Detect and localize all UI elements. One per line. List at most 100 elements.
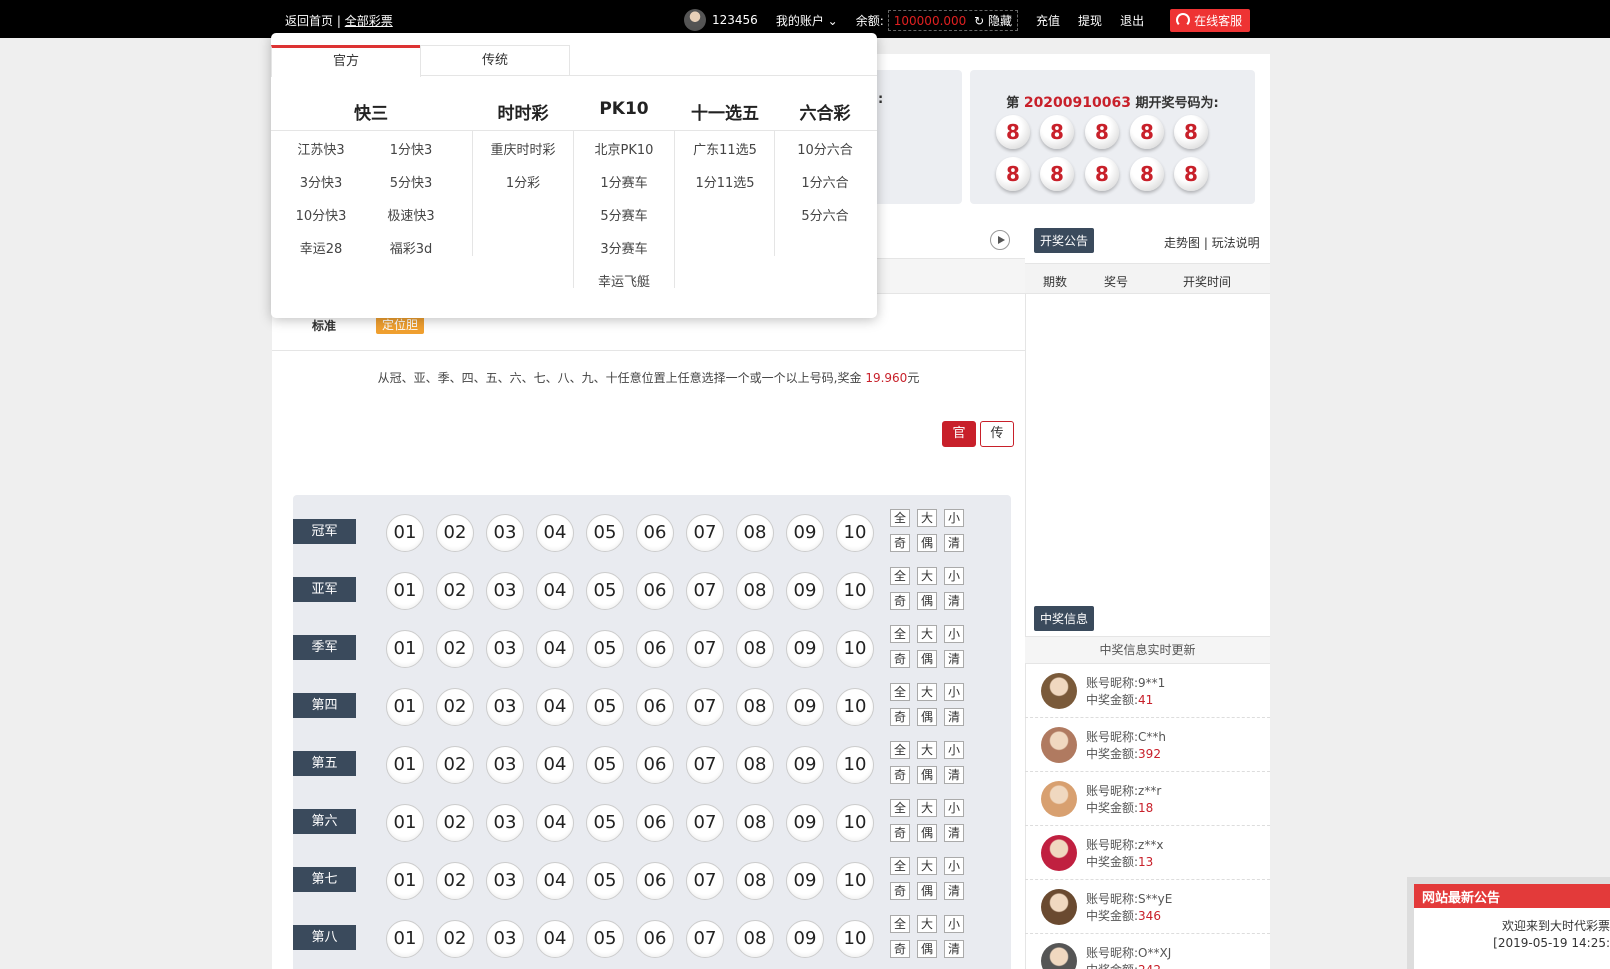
number-ball[interactable]: 08: [736, 804, 774, 842]
number-ball[interactable]: 05: [586, 630, 624, 668]
number-ball[interactable]: 10: [836, 804, 874, 842]
number-ball[interactable]: 06: [636, 862, 674, 900]
number-ball[interactable]: 04: [536, 804, 574, 842]
withdraw-link[interactable]: 提现: [1078, 12, 1102, 29]
number-ball[interactable]: 03: [486, 688, 524, 726]
quick-select-button[interactable]: 大: [917, 741, 937, 759]
lottery-item[interactable]: 幸运飞艇: [579, 271, 669, 290]
number-ball[interactable]: 01: [386, 630, 424, 668]
lottery-item[interactable]: 极速快3: [366, 205, 456, 224]
quick-select-button[interactable]: 奇: [890, 882, 910, 900]
quick-select-button[interactable]: 全: [890, 509, 910, 527]
number-ball[interactable]: 06: [636, 572, 674, 610]
number-ball[interactable]: 07: [686, 746, 724, 784]
number-ball[interactable]: 08: [736, 746, 774, 784]
number-ball[interactable]: 07: [686, 572, 724, 610]
quick-select-button[interactable]: 清: [944, 766, 964, 784]
quick-select-button[interactable]: 奇: [890, 592, 910, 610]
quick-select-button[interactable]: 小: [944, 567, 964, 585]
number-ball[interactable]: 06: [636, 804, 674, 842]
number-ball[interactable]: 03: [486, 920, 524, 958]
number-ball[interactable]: 09: [786, 630, 824, 668]
play-icon[interactable]: [990, 230, 1010, 250]
number-ball[interactable]: 08: [736, 688, 774, 726]
number-ball[interactable]: 10: [836, 688, 874, 726]
notice-title[interactable]: 网站最新公告: [1414, 884, 1610, 908]
number-ball[interactable]: 09: [786, 514, 824, 552]
quick-select-button[interactable]: 全: [890, 683, 910, 701]
lottery-item[interactable]: 江苏快3: [276, 139, 366, 158]
quick-select-button[interactable]: 大: [917, 625, 937, 643]
user-avatar[interactable]: [684, 9, 706, 31]
lottery-item[interactable]: 10分快3: [276, 205, 366, 224]
quick-select-button[interactable]: 小: [944, 509, 964, 527]
quick-select-button[interactable]: 偶: [917, 766, 937, 784]
quick-select-button[interactable]: 全: [890, 567, 910, 585]
number-ball[interactable]: 09: [786, 688, 824, 726]
quick-select-button[interactable]: 清: [944, 592, 964, 610]
number-ball[interactable]: 10: [836, 920, 874, 958]
recharge-link[interactable]: 充值: [1036, 12, 1060, 29]
quick-select-button[interactable]: 小: [944, 915, 964, 933]
quick-select-button[interactable]: 奇: [890, 766, 910, 784]
number-ball[interactable]: 02: [436, 920, 474, 958]
number-ball[interactable]: 07: [686, 804, 724, 842]
trend-links[interactable]: 走势图 | 玩法说明: [1164, 234, 1260, 251]
number-ball[interactable]: 03: [486, 746, 524, 784]
quick-select-button[interactable]: 大: [917, 799, 937, 817]
quick-select-button[interactable]: 全: [890, 857, 910, 875]
number-ball[interactable]: 05: [586, 862, 624, 900]
lottery-item[interactable]: 重庆时时彩: [478, 139, 568, 158]
number-ball[interactable]: 09: [786, 746, 824, 784]
number-ball[interactable]: 07: [686, 688, 724, 726]
lottery-item[interactable]: 1分彩: [478, 172, 568, 191]
number-ball[interactable]: 10: [836, 630, 874, 668]
quick-select-button[interactable]: 偶: [917, 534, 937, 552]
number-ball[interactable]: 02: [436, 630, 474, 668]
quick-select-button[interactable]: 偶: [917, 650, 937, 668]
tab-official[interactable]: 官方: [271, 45, 421, 77]
quick-select-button[interactable]: 小: [944, 857, 964, 875]
quick-select-button[interactable]: 全: [890, 915, 910, 933]
lottery-item[interactable]: 福彩3d: [366, 238, 456, 257]
online-service-button[interactable]: 在线客服: [1170, 8, 1251, 32]
number-ball[interactable]: 09: [786, 572, 824, 610]
number-ball[interactable]: 05: [586, 804, 624, 842]
quick-select-button[interactable]: 偶: [917, 882, 937, 900]
number-ball[interactable]: 06: [636, 920, 674, 958]
number-ball[interactable]: 07: [686, 630, 724, 668]
number-ball[interactable]: 01: [386, 920, 424, 958]
quick-select-button[interactable]: 奇: [890, 650, 910, 668]
number-ball[interactable]: 05: [586, 572, 624, 610]
number-ball[interactable]: 03: [486, 630, 524, 668]
quick-select-button[interactable]: 清: [944, 882, 964, 900]
number-ball[interactable]: 05: [586, 920, 624, 958]
quick-select-button[interactable]: 清: [944, 708, 964, 726]
number-ball[interactable]: 04: [536, 862, 574, 900]
number-ball[interactable]: 02: [436, 514, 474, 552]
refresh-icon[interactable]: ↻: [974, 14, 984, 28]
number-ball[interactable]: 07: [686, 920, 724, 958]
lottery-item[interactable]: 10分六合: [780, 139, 870, 158]
mode-label[interactable]: 标准: [312, 317, 336, 334]
quick-select-button[interactable]: 奇: [890, 824, 910, 842]
number-ball[interactable]: 02: [436, 862, 474, 900]
quick-select-button[interactable]: 大: [917, 509, 937, 527]
number-ball[interactable]: 03: [486, 572, 524, 610]
lottery-item[interactable]: 广东11选5: [680, 139, 770, 158]
number-ball[interactable]: 06: [636, 688, 674, 726]
official-button[interactable]: 官: [942, 421, 976, 447]
quick-select-button[interactable]: 清: [944, 534, 964, 552]
quick-select-button[interactable]: 大: [917, 857, 937, 875]
number-ball[interactable]: 04: [536, 630, 574, 668]
number-ball[interactable]: 01: [386, 514, 424, 552]
number-ball[interactable]: 06: [636, 746, 674, 784]
number-ball[interactable]: 10: [836, 746, 874, 784]
number-ball[interactable]: 10: [836, 514, 874, 552]
number-ball[interactable]: 07: [686, 514, 724, 552]
quick-select-button[interactable]: 小: [944, 683, 964, 701]
quick-select-button[interactable]: 奇: [890, 708, 910, 726]
logout-link[interactable]: 退出: [1120, 12, 1144, 29]
number-ball[interactable]: 01: [386, 688, 424, 726]
lottery-item[interactable]: 5分快3: [366, 172, 456, 191]
